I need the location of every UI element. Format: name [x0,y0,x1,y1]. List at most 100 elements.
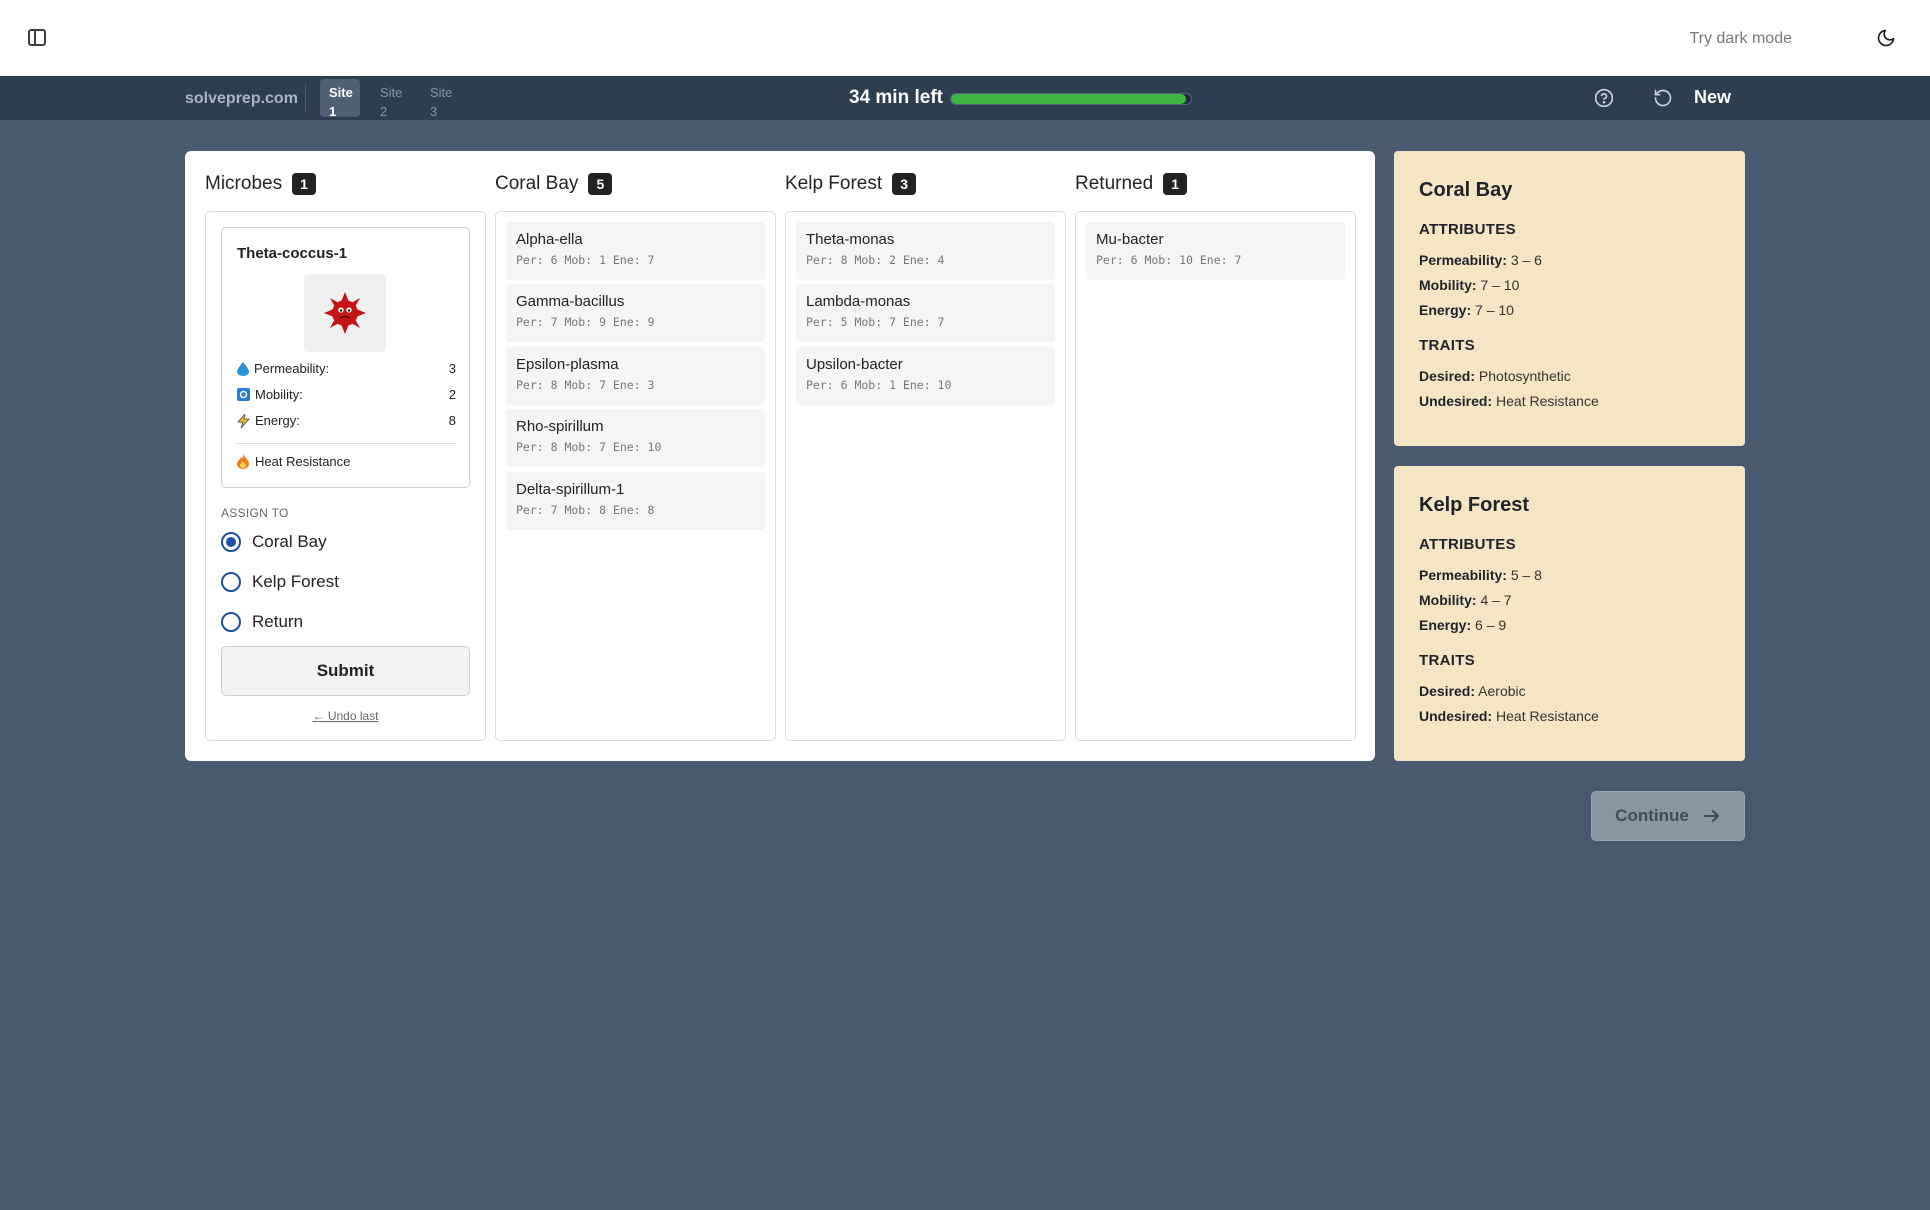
item-name: Upsilon-bacter [806,356,903,373]
radio-button[interactable] [221,572,241,592]
radio-return[interactable]: Return [221,612,303,632]
column-title: Microbes [205,173,283,194]
attr-mobility: Mobility: 2 [237,387,456,402]
item-stats: Per: 6 Mob: 10 Ene: 7 [1096,253,1242,267]
mob-range: Mobility: 7 – 10 [1419,277,1520,293]
list-item[interactable]: Upsilon-bacter Per: 6 Mob: 1 Ene: 10 [796,347,1055,405]
count-badge: 1 [1163,173,1188,195]
radio-button[interactable] [221,532,241,552]
mob-range: Mobility: 4 – 7 [1419,592,1512,608]
moon-icon[interactable] [1876,28,1896,48]
perm-range: Permeability: 3 – 6 [1419,252,1542,268]
item-stats: Per: 6 Mob: 1 Ene: 7 [516,253,655,267]
tab-number: 3 [430,104,438,119]
returned-box: Mu-bacter Per: 6 Mob: 10 Ene: 7 [1075,211,1356,741]
tab-site-3[interactable]: Site 3 [421,79,461,119]
list-item[interactable]: Delta-spirillum-1 Per: 7 Mob: 8 Ene: 8 [506,472,765,530]
column-header: Coral Bay 5 [495,173,613,195]
radio-button[interactable] [221,612,241,632]
item-name: Lambda-monas [806,293,911,310]
site-card-coral-bay: Coral Bay ATTRIBUTES Permeability: 3 – 6… [1394,151,1745,446]
desired-trait: Desired: Photosynthetic [1419,368,1571,384]
continue-button[interactable]: Continue [1591,791,1745,841]
dark-mode-link[interactable]: Try dark mode [1689,30,1792,48]
radio-label: Kelp Forest [252,572,339,591]
list-item[interactable]: Alpha-ella Per: 6 Mob: 1 Ene: 7 [506,222,765,280]
coral-bay-box: Alpha-ella Per: 6 Mob: 1 Ene: 7 Gamma-ba… [495,211,776,741]
lightning-icon [237,413,250,428]
site-card-title: Coral Bay [1419,179,1513,201]
sidebar-toggle-icon[interactable] [28,29,46,46]
count-badge: 1 [292,173,317,195]
brand-link[interactable]: solveprep.com [185,90,298,108]
microbe-name: Theta-coccus-1 [237,245,348,262]
attributes-heading: ATTRIBUTES [1419,536,1516,553]
item-name: Rho-spirillum [516,418,604,435]
radio-coral-bay[interactable]: Coral Bay [221,532,327,552]
time-progress-bar [950,93,1192,105]
main-panel: Microbes 1 Theta-coccus-1 Permeability: … [185,151,1375,761]
time-progress-fill [951,94,1187,104]
attr-permeability: Permeability: 3 [237,361,456,376]
item-stats: Per: 6 Mob: 1 Ene: 10 [806,378,952,392]
microbes-box: Theta-coccus-1 Permeability: 3 Mobility:… [205,211,486,741]
trait-label: Heat Resistance [255,454,351,469]
submit-button[interactable]: Submit [221,646,470,696]
item-stats: Per: 8 Mob: 2 Ene: 4 [806,253,945,267]
site-card-kelp-forest: Kelp Forest ATTRIBUTES Permeability: 5 –… [1394,466,1745,761]
item-stats: Per: 7 Mob: 9 Ene: 9 [516,315,655,329]
item-name: Mu-bacter [1096,231,1164,248]
list-item[interactable]: Theta-monas Per: 8 Mob: 2 Ene: 4 [796,222,1055,280]
top-bar: Try dark mode [0,0,1930,76]
column-title: Returned [1075,173,1154,194]
new-button[interactable]: New [1694,87,1731,108]
list-item[interactable]: Lambda-monas Per: 5 Mob: 7 Ene: 7 [796,284,1055,342]
site-card-title: Kelp Forest [1419,494,1530,516]
radio-label: Coral Bay [252,532,327,551]
list-item[interactable]: Gamma-bacillus Per: 7 Mob: 9 Ene: 9 [506,284,765,342]
tab-site-1[interactable]: Site 1 [320,79,360,119]
attributes-heading: ATTRIBUTES [1419,221,1516,238]
tab-label: Site [430,85,453,100]
fire-icon [237,454,249,469]
tab-site-2[interactable]: Site 2 [371,79,411,119]
column-header: Kelp Forest 3 [785,173,917,195]
list-item[interactable]: Rho-spirillum Per: 8 Mob: 7 Ene: 10 [506,409,765,467]
item-stats: Per: 8 Mob: 7 Ene: 3 [516,378,655,392]
item-name: Delta-spirillum-1 [516,481,625,498]
help-icon[interactable] [1594,88,1614,108]
count-badge: 5 [588,173,613,195]
attr-label: Mobility: [255,387,303,402]
attr-label: Energy: [255,413,300,428]
item-name: Epsilon-plasma [516,356,619,373]
divider [237,443,456,444]
ene-range: Energy: 7 – 10 [1419,302,1514,318]
item-name: Alpha-ella [516,231,583,248]
restart-icon[interactable] [1653,88,1673,108]
radio-kelp-forest[interactable]: Kelp Forest [221,572,339,592]
count-badge: 3 [892,173,917,195]
radio-label: Return [252,612,304,631]
tab-label: Site [380,85,403,100]
list-item[interactable]: Mu-bacter Per: 6 Mob: 10 Ene: 7 [1086,222,1345,280]
microbe-trait: Heat Resistance [237,454,350,469]
tab-label: Site [329,85,353,100]
ene-range: Energy: 6 – 9 [1419,617,1507,633]
desired-trait: Desired: Aerobic [1419,683,1526,699]
microbe-image [304,274,386,352]
red-spiky-microbe-icon [324,292,366,334]
traits-heading: TRAITS [1419,337,1475,354]
column-title: Coral Bay [495,173,579,194]
item-stats: Per: 8 Mob: 7 Ene: 10 [516,440,662,454]
nav-divider [305,84,306,112]
attr-value: 2 [448,387,456,402]
perm-range: Permeability: 5 – 8 [1419,567,1542,583]
mobility-icon [237,388,250,401]
list-item[interactable]: Epsilon-plasma Per: 8 Mob: 7 Ene: 3 [506,347,765,405]
timer-text: 34 min left [849,87,943,108]
undesired-trait: Undesired: Heat Resistance [1419,393,1599,409]
column-header: Microbes 1 [205,173,317,195]
nav-bar: solveprep.com Site 1 Site 2 Site 3 34 mi… [0,76,1930,120]
undo-last-link[interactable]: ← Undo last [206,709,485,723]
tab-number: 1 [329,104,337,119]
